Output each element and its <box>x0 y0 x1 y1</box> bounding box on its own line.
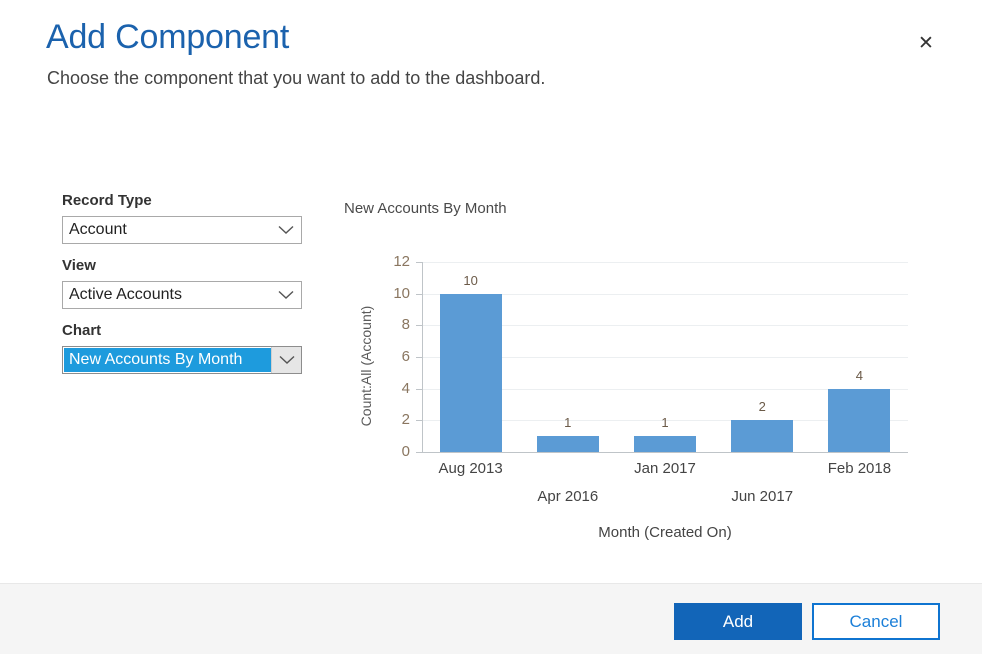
add-button[interactable]: Add <box>674 603 802 640</box>
dialog-footer: Add Cancel <box>0 583 982 654</box>
y-axis-line <box>422 262 423 453</box>
y-tick-label: 2 <box>348 411 410 428</box>
field-chart: Chart New Accounts By Month <box>62 322 307 374</box>
field-record-type: Record Type Account <box>62 192 307 244</box>
chart-label: Chart <box>62 322 307 340</box>
x-tick-label: Jun 2017 <box>702 488 822 505</box>
bar[interactable] <box>634 436 696 452</box>
y-tick-mark <box>416 452 422 453</box>
bar[interactable] <box>440 294 502 452</box>
component-form: Record Type Account View Active Accounts… <box>62 192 307 387</box>
y-tick-label: 12 <box>348 253 410 270</box>
x-tick-label: Aug 2013 <box>411 460 531 477</box>
chevron-down-icon[interactable] <box>271 347 301 373</box>
bar[interactable] <box>731 420 793 452</box>
add-component-dialog: Add Component Choose the component that … <box>0 0 982 654</box>
chevron-down-icon[interactable] <box>271 217 301 243</box>
bar-value-label: 1 <box>625 415 705 430</box>
x-tick-label: Apr 2016 <box>508 488 628 505</box>
y-tick-label: 0 <box>348 443 410 460</box>
view-value: Active Accounts <box>63 282 271 308</box>
bar[interactable] <box>537 436 599 452</box>
chart-canvas: Count:All (Account) 024681012 101124 Aug… <box>330 180 950 560</box>
dialog-subtitle: Choose the component that you want to ad… <box>47 68 545 89</box>
bar-value-label: 1 <box>528 415 608 430</box>
chevron-down-icon[interactable] <box>271 282 301 308</box>
record-type-value: Account <box>63 217 271 243</box>
y-tick-mark <box>416 294 422 295</box>
y-tick-label: 4 <box>348 380 410 397</box>
field-view: View Active Accounts <box>62 257 307 309</box>
y-tick-mark <box>416 325 422 326</box>
x-axis-line <box>422 452 908 453</box>
x-axis-title: Month (Created On) <box>422 524 908 541</box>
y-tick-mark <box>416 420 422 421</box>
chart-preview: New Accounts By Month Count:All (Account… <box>330 180 950 560</box>
gridline <box>423 262 908 263</box>
bar-value-label: 2 <box>722 399 802 414</box>
close-icon[interactable]: ✕ <box>905 22 947 64</box>
bar-value-label: 10 <box>431 273 511 288</box>
dialog-header: Add Component Choose the component that … <box>0 0 982 120</box>
y-tick-label: 6 <box>348 348 410 365</box>
bar[interactable] <box>828 389 890 452</box>
chart-select[interactable]: New Accounts By Month <box>62 346 302 374</box>
chart-value: New Accounts By Month <box>64 348 271 372</box>
page-title: Add Component <box>46 18 289 57</box>
record-type-select[interactable]: Account <box>62 216 302 244</box>
bar-value-label: 4 <box>819 368 899 383</box>
view-select[interactable]: Active Accounts <box>62 281 302 309</box>
y-tick-mark <box>416 262 422 263</box>
record-type-label: Record Type <box>62 192 307 210</box>
y-tick-mark <box>416 389 422 390</box>
y-tick-label: 8 <box>348 316 410 333</box>
x-tick-label: Feb 2018 <box>799 460 919 477</box>
view-label: View <box>62 257 307 275</box>
y-tick-mark <box>416 357 422 358</box>
x-tick-label: Jan 2017 <box>605 460 725 477</box>
y-tick-label: 10 <box>348 285 410 302</box>
cancel-button[interactable]: Cancel <box>812 603 940 640</box>
